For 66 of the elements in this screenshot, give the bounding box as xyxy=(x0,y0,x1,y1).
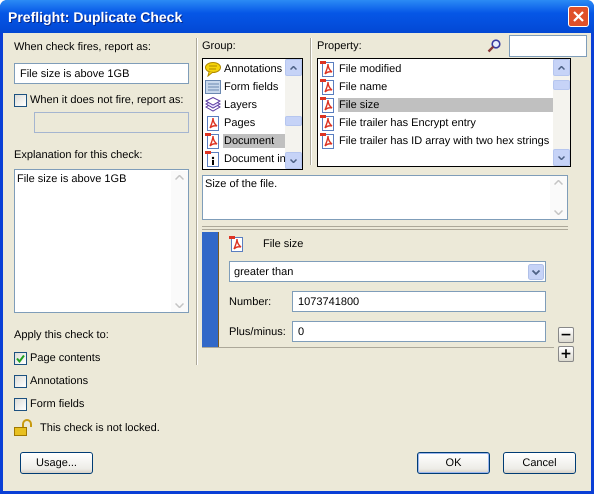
checkbox[interactable] xyxy=(14,398,27,410)
list-label: Property: xyxy=(317,39,362,54)
pdf-page-icon xyxy=(320,115,336,131)
field-label: Plus/minus: xyxy=(229,326,287,338)
pdf-page-icon xyxy=(320,79,336,95)
checkbox-label: Page contents xyxy=(30,352,100,364)
layers-icon xyxy=(205,97,221,113)
close-icon xyxy=(573,11,584,22)
search-icon xyxy=(487,39,501,53)
explanation-field[interactable]: File size is above 1GB xyxy=(14,169,189,313)
list-item[interactable]: File name xyxy=(318,78,553,96)
group-list[interactable]: Annotations Form fields Layers Pages Document Document in xyxy=(202,58,303,170)
ok-button[interactable]: OK xyxy=(417,452,490,474)
report-field[interactable]: File size is above 1GB xyxy=(14,63,189,84)
search-button[interactable] xyxy=(487,39,501,53)
pdf-page-icon xyxy=(320,97,336,113)
field-label: Number: xyxy=(229,296,272,308)
number-field[interactable]: 1073741800 xyxy=(292,291,546,312)
description-text: Size of the file. xyxy=(205,178,278,192)
list-item[interactable]: Annotations xyxy=(203,60,285,78)
list-item[interactable]: Document in xyxy=(203,150,285,168)
list-item[interactable]: File trailer has ID array with two hex strings xyxy=(318,132,553,150)
pdf-page-icon xyxy=(205,115,221,131)
pdf-page-icon xyxy=(229,236,245,252)
add-button[interactable]: + xyxy=(558,346,574,362)
checkbox[interactable] xyxy=(14,352,27,364)
field-label: When check fires, report as: xyxy=(14,40,152,55)
operator-dropdown[interactable]: greater than xyxy=(229,261,546,282)
scroll-down-button[interactable] xyxy=(553,149,570,166)
scroll-thumb[interactable] xyxy=(285,116,302,126)
usage-button[interactable]: Usage... xyxy=(20,452,93,474)
lock-status-text: This check is not locked. xyxy=(40,422,160,434)
list-label: Group: xyxy=(202,39,237,54)
scrollbar[interactable] xyxy=(553,59,570,166)
scrollbar[interactable] xyxy=(285,59,302,169)
close-button[interactable] xyxy=(568,6,589,27)
speech-bubble-icon xyxy=(205,61,221,77)
cancel-button[interactable]: Cancel xyxy=(503,452,576,474)
checkbox-label: Form fields xyxy=(30,398,84,410)
window-title: Preflight: Duplicate Check xyxy=(8,8,184,24)
property-name: File size xyxy=(263,238,304,250)
scroll-down-button[interactable] xyxy=(285,152,302,169)
list-item[interactable]: Form fields xyxy=(203,78,285,96)
checkbox-label: Annotations xyxy=(30,375,88,387)
section-label: Apply this check to: xyxy=(14,328,110,343)
explanation-text: File size is above 1GB xyxy=(17,173,128,187)
remove-button[interactable]: − xyxy=(558,327,574,343)
search-field[interactable] xyxy=(509,35,587,57)
pdf-page-icon xyxy=(320,61,336,77)
list-item[interactable]: Pages xyxy=(203,114,285,132)
pdf-page-icon xyxy=(320,133,336,149)
scroll-thumb[interactable] xyxy=(553,80,570,90)
list-item[interactable]: File modified xyxy=(318,60,553,78)
checkbox[interactable] xyxy=(14,374,27,388)
checkbox-label: When it does not fire, report as: xyxy=(30,94,184,106)
info-page-icon xyxy=(205,151,221,167)
pdf-page-icon xyxy=(205,133,221,149)
scroll-up-button[interactable] xyxy=(285,59,302,76)
list-item[interactable]: Layers xyxy=(203,96,285,114)
number-field[interactable]: 0 xyxy=(292,321,546,342)
property-list[interactable]: File modified File name File size File trailer has Encrypt entry File trailer has ID array with two hex strings xyxy=(317,58,571,167)
checkmark-icon xyxy=(16,354,25,362)
form-icon xyxy=(205,79,221,95)
scroll-up-button[interactable] xyxy=(553,59,570,76)
list-item[interactable]: File trailer has Encrypt entry xyxy=(318,114,553,132)
field-label: Explanation for this check: xyxy=(14,148,144,163)
